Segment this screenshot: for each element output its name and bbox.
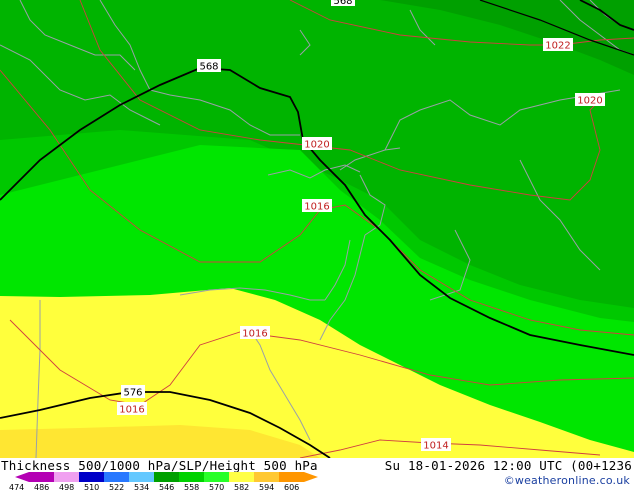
valid-time: Su 18-01-2026 12:00 UTC (00+1236 [384, 458, 632, 473]
colorbar-tick-label: 594 [259, 483, 275, 492]
colorbar-segment [279, 472, 304, 482]
isobar-label-1020-east: 1020 [577, 96, 602, 107]
isobar-label-1016-south: 1016 [242, 329, 267, 340]
isobar-label-1016-west: 1016 [119, 405, 144, 416]
colorbar-segment [29, 472, 54, 482]
colorbar-tick-label: 474 [9, 483, 25, 492]
colorbar-arrow-right [304, 472, 318, 482]
colorbar-segment [229, 472, 254, 482]
colorbar-tick-label: 534 [134, 483, 150, 492]
isobar-label-1022: 1022 [545, 41, 570, 52]
contour-label-top: 568 [333, 0, 352, 7]
contour-label-576: 576 [123, 388, 142, 399]
colorbar-segment [154, 472, 179, 482]
colorbar-tick-label: 570 [209, 483, 225, 492]
colorbar-segment [79, 472, 104, 482]
footer: Thickness 500/1000 hPa/SLP/Height 500 hP… [0, 458, 634, 492]
weather-map: 568 576 568 1022 1020 1020 1016 1016 101… [0, 0, 634, 459]
colorbar-segment [54, 472, 79, 482]
colorbar-tick-label: 606 [284, 483, 300, 492]
colorbar-segment [179, 472, 204, 482]
colorbar-tick-label: 558 [184, 483, 200, 492]
colorbar-tick-label: 510 [84, 483, 100, 492]
colorbar-segment [129, 472, 154, 482]
colorbar-tick-label: 582 [234, 483, 250, 492]
colorbar-arrow-left [15, 472, 29, 482]
isobar-label-1020-center: 1020 [304, 140, 329, 151]
map-title: Thickness 500/1000 hPa/SLP/Height 500 hP… [1, 458, 318, 473]
colorbar-tick-label: 522 [109, 483, 125, 492]
colorbar-tick-label: 486 [34, 483, 50, 492]
colorbar-segment [204, 472, 229, 482]
credit-link[interactable]: ©weatheronline.co.uk [504, 474, 630, 487]
isobar-label-1016-center: 1016 [304, 202, 329, 213]
contour-label-568: 568 [199, 62, 218, 73]
colorbar [15, 472, 318, 482]
colorbar-segment [254, 472, 279, 482]
colorbar-tick-label: 498 [59, 483, 75, 492]
isobar-label-1014: 1014 [423, 441, 448, 452]
colorbar-segment [104, 472, 129, 482]
colorbar-tick-label: 546 [159, 483, 175, 492]
